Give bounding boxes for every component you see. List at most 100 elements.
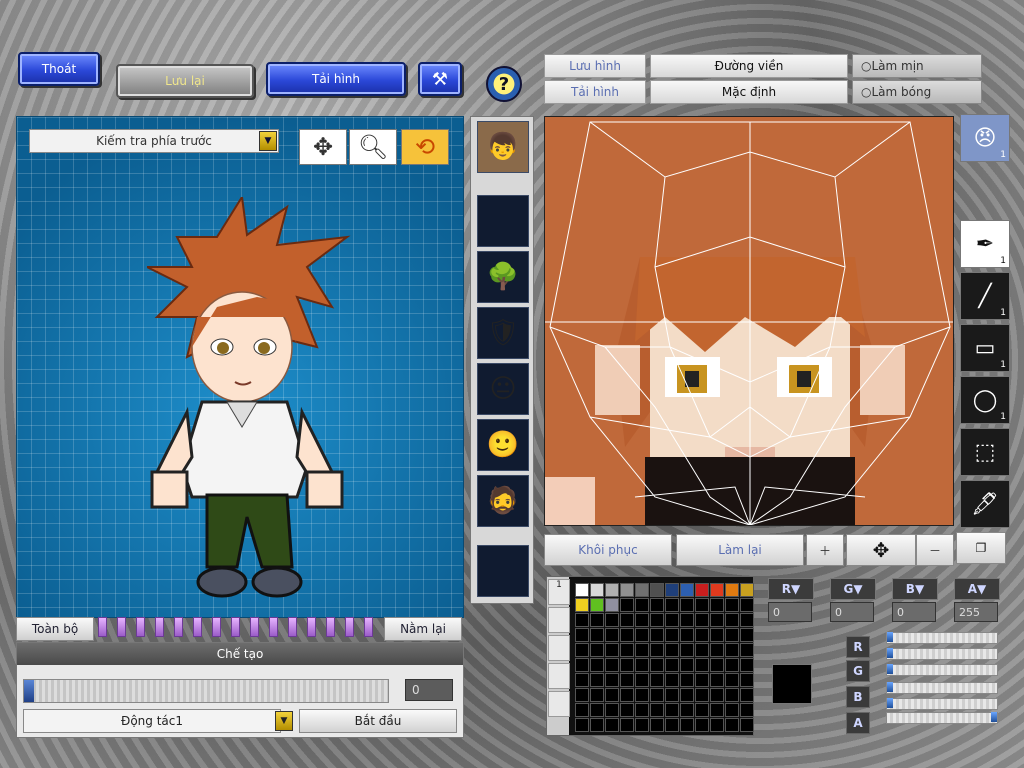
b-channel-select[interactable]: B ▼ — [892, 578, 938, 600]
palette-cell[interactable] — [710, 688, 724, 702]
palette-cell[interactable] — [695, 658, 709, 672]
palette-cell[interactable] — [590, 598, 604, 612]
palette-cell[interactable] — [710, 718, 724, 732]
palette-cell[interactable] — [740, 673, 754, 687]
palette-cell[interactable] — [605, 628, 619, 642]
b-slider-fine[interactable] — [886, 698, 998, 710]
reload-image-button[interactable]: Tải hình — [266, 62, 406, 96]
palette-cell[interactable] — [665, 628, 679, 642]
palette-cell[interactable] — [650, 643, 664, 657]
palette-cell[interactable] — [725, 583, 739, 597]
palette-cell[interactable] — [665, 703, 679, 717]
palette-cell[interactable] — [695, 688, 709, 702]
palette-cell[interactable] — [620, 598, 634, 612]
palette-cell[interactable] — [725, 658, 739, 672]
help-button[interactable]: ? — [486, 66, 522, 102]
palette-cell[interactable] — [590, 688, 604, 702]
palette-cell[interactable] — [680, 658, 694, 672]
palette-cell[interactable] — [680, 613, 694, 627]
palette-cell[interactable] — [605, 643, 619, 657]
palette-cell[interactable] — [725, 673, 739, 687]
texture-canvas[interactable] — [544, 116, 954, 526]
add-button[interactable]: ＋ — [806, 534, 844, 566]
palette-cell[interactable] — [605, 703, 619, 717]
b-value-field[interactable]: 0 — [892, 602, 936, 622]
palette-cell[interactable] — [710, 628, 724, 642]
restore-button[interactable]: Khôi phục — [544, 534, 672, 566]
g-slider[interactable] — [886, 664, 998, 676]
lie-down-button[interactable]: Nằm lại — [384, 617, 462, 641]
minus-button[interactable]: － — [916, 534, 954, 566]
palette-cell[interactable] — [725, 643, 739, 657]
palette-cell[interactable] — [725, 628, 739, 642]
part-empty-slot[interactable] — [477, 195, 529, 247]
palette-cell[interactable] — [620, 658, 634, 672]
palette-cell[interactable] — [575, 658, 589, 672]
palette-cell[interactable] — [635, 688, 649, 702]
a-slider[interactable] — [886, 712, 998, 724]
move-canvas-button[interactable]: ✥ — [846, 534, 916, 566]
palette-cell[interactable] — [650, 703, 664, 717]
palette-cell[interactable] — [620, 688, 634, 702]
r-value-field[interactable]: 0 — [768, 602, 812, 622]
r-slider[interactable] — [886, 632, 998, 644]
palette-cell[interactable] — [605, 598, 619, 612]
palette-cell[interactable] — [710, 703, 724, 717]
palette-cell[interactable] — [590, 703, 604, 717]
slider-thumb[interactable] — [887, 698, 893, 708]
palette-cell[interactable] — [605, 718, 619, 732]
palette-cell[interactable] — [620, 673, 634, 687]
palette-tab[interactable] — [548, 663, 570, 689]
palette-cell[interactable] — [740, 718, 754, 732]
slider-thumb[interactable] — [887, 664, 893, 674]
palette-cell[interactable] — [605, 688, 619, 702]
palette-cell[interactable] — [575, 598, 589, 612]
palette-tab[interactable] — [548, 691, 570, 717]
pen-tool[interactable]: ✒ 1 — [960, 220, 1010, 268]
all-button[interactable]: Toàn bộ — [16, 617, 94, 641]
progress-slider[interactable] — [23, 679, 389, 703]
palette-cell[interactable] — [710, 598, 724, 612]
rectangle-tool[interactable]: ▭ 1 — [960, 324, 1010, 372]
palette-cell[interactable] — [665, 643, 679, 657]
palette-cell[interactable] — [635, 628, 649, 642]
palette-cell[interactable] — [680, 688, 694, 702]
palette-cell[interactable] — [725, 703, 739, 717]
palette-cell[interactable] — [575, 628, 589, 642]
r-channel-select[interactable]: R ▼ — [768, 578, 814, 600]
palette-cell[interactable] — [590, 718, 604, 732]
shade-radio[interactable]: ○ Làm bóng — [852, 80, 982, 104]
save-button[interactable]: Lưu lại — [116, 64, 254, 98]
part-eyes-slot[interactable]: 😐 — [477, 363, 529, 415]
palette-cell[interactable] — [650, 613, 664, 627]
palette-cell[interactable] — [665, 688, 679, 702]
palette-cell[interactable] — [575, 703, 589, 717]
palette-cell[interactable] — [725, 688, 739, 702]
line-tool[interactable]: ╱ 1 — [960, 272, 1010, 320]
palette-cell[interactable] — [635, 673, 649, 687]
palette-cell[interactable] — [575, 718, 589, 732]
palette-cell[interactable] — [590, 628, 604, 642]
layer-button[interactable]: ❐ — [956, 532, 1006, 564]
a-value-field[interactable]: 255 — [954, 602, 998, 622]
palette-cell[interactable] — [665, 613, 679, 627]
a-channel-select[interactable]: A ▼ — [954, 578, 1000, 600]
part-beard-slot[interactable]: 🧔 — [477, 475, 529, 527]
g-value-field[interactable]: 0 — [830, 602, 874, 622]
palette-cell[interactable] — [680, 628, 694, 642]
palette-cell[interactable] — [650, 628, 664, 642]
palette-cell[interactable] — [605, 583, 619, 597]
palette-cell[interactable] — [620, 583, 634, 597]
load-image-tab[interactable]: Tải hình — [544, 80, 646, 104]
palette-cell[interactable] — [680, 703, 694, 717]
palette-cell[interactable] — [635, 658, 649, 672]
palette-cell[interactable] — [665, 658, 679, 672]
palette-cell[interactable] — [665, 673, 679, 687]
palette-cell[interactable] — [650, 673, 664, 687]
part-armor-slot[interactable]: 🛡 — [477, 307, 529, 359]
move-tool-button[interactable]: ✥ — [299, 129, 347, 165]
b-slider[interactable] — [886, 682, 998, 694]
exit-button[interactable]: Thoát — [18, 52, 100, 86]
palette-cell[interactable] — [635, 703, 649, 717]
part-empty-slot-2[interactable] — [477, 545, 529, 597]
